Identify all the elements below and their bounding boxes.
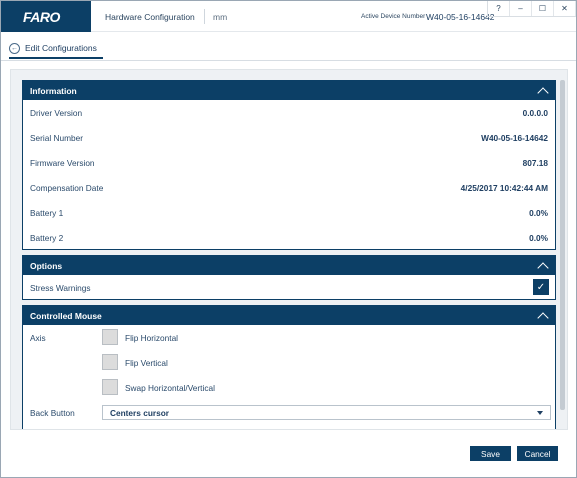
- axis-row-flip-horizontal: Axis Flip Horizontal: [23, 325, 555, 350]
- options-title: Options: [30, 260, 63, 271]
- flip-vertical-label: Flip Vertical: [125, 358, 168, 368]
- information-header[interactable]: Information: [23, 81, 555, 100]
- vertical-scrollbar[interactable]: [560, 80, 565, 410]
- controlled-mouse-header[interactable]: Controlled Mouse: [23, 306, 555, 325]
- info-row-firmware-version: Firmware Version 807.18: [23, 150, 555, 175]
- row-label: Firmware Version: [30, 157, 95, 168]
- row-value: 0.0%: [529, 232, 548, 243]
- window-controls: ? – ☐ ✕: [487, 1, 576, 17]
- axis-row-swap: Swap Horizontal/Vertical: [23, 375, 555, 400]
- options-header[interactable]: Options: [23, 256, 555, 275]
- help-button[interactable]: ?: [488, 1, 510, 16]
- row-value: 0.0.0.0: [522, 107, 548, 118]
- units-label: mm: [213, 12, 228, 22]
- row-label: Battery 2: [30, 232, 64, 243]
- checkmark-icon: ✓: [536, 281, 546, 293]
- app-title: Hardware Configuration: [105, 12, 195, 22]
- cancel-button[interactable]: Cancel: [517, 446, 558, 461]
- row-label: Driver Version: [30, 107, 83, 118]
- axis-row-flip-vertical: Flip Vertical: [23, 350, 555, 375]
- info-row-serial-number: Serial Number W40-05-16-14642: [23, 125, 555, 150]
- row-label: Serial Number: [30, 132, 84, 143]
- row-label: Battery 1: [30, 207, 64, 218]
- stress-warnings-checkbox[interactable]: ✓: [533, 279, 549, 295]
- swap-axes-checkbox[interactable]: [102, 379, 118, 395]
- maximize-button[interactable]: ☐: [532, 1, 554, 16]
- collapse-icon[interactable]: [537, 262, 549, 274]
- information-panel: Information Driver Version 0.0.0.0 Seria…: [22, 80, 556, 250]
- active-device-label: Active Device Number: [361, 13, 426, 20]
- swap-axes-label: Swap Horizontal/Vertical: [125, 383, 215, 393]
- save-button[interactable]: Save: [470, 446, 511, 461]
- flip-horizontal-label: Flip Horizontal: [125, 333, 179, 343]
- flip-vertical-checkbox[interactable]: [102, 354, 118, 370]
- content-area: Information Driver Version 0.0.0.0 Seria…: [10, 69, 568, 430]
- title-bar: FARO Hardware Configuration mm Active De…: [1, 1, 576, 32]
- info-row-compensation-date: Compensation Date 4/25/2017 10:42:44 AM: [23, 175, 555, 200]
- info-row-driver-version: Driver Version 0.0.0.0: [23, 100, 555, 125]
- collapse-icon[interactable]: [537, 87, 549, 99]
- back-button-value: Centers cursor: [110, 407, 170, 418]
- back-button-row: Back Button Centers cursor: [23, 400, 555, 425]
- row-value: 4/25/2017 10:42:44 AM: [460, 182, 548, 193]
- row-label: Compensation Date: [30, 182, 104, 193]
- footer: Save Cancel: [1, 439, 576, 477]
- tab-edit-configurations[interactable]: ← Edit Configurations: [9, 39, 103, 59]
- row-value: 0.0%: [529, 207, 548, 218]
- stress-warnings-label: Stress Warnings: [30, 282, 91, 293]
- minimize-button[interactable]: –: [510, 1, 532, 16]
- close-button[interactable]: ✕: [554, 1, 576, 16]
- options-panel: Options Stress Warnings ✓: [22, 255, 556, 300]
- information-title: Information: [30, 85, 77, 96]
- app-window: FARO Hardware Configuration mm Active De…: [0, 0, 577, 478]
- controlled-mouse-title: Controlled Mouse: [30, 310, 102, 321]
- row-value: 807.18: [522, 157, 548, 168]
- tab-bar: ← Edit Configurations: [1, 33, 576, 61]
- logo-text: FARO: [23, 9, 60, 25]
- axis-label: Axis: [30, 333, 46, 343]
- title-separator: [204, 9, 205, 24]
- back-arrow-icon[interactable]: ←: [9, 42, 20, 54]
- chevron-down-icon: [537, 411, 543, 415]
- active-device-number: W40-05-16-14642: [426, 12, 495, 22]
- row-value: W40-05-16-14642: [481, 132, 548, 143]
- collapse-icon[interactable]: [537, 312, 549, 324]
- info-row-battery-1: Battery 1 0.0%: [23, 200, 555, 225]
- faro-logo: FARO: [1, 1, 91, 32]
- back-button-label: Back Button: [30, 408, 75, 418]
- flip-horizontal-checkbox[interactable]: [102, 329, 118, 345]
- stress-warnings-row: Stress Warnings ✓: [23, 275, 555, 300]
- controlled-mouse-panel: Controlled Mouse Axis Flip Horizontal Fl…: [22, 305, 556, 429]
- back-button-dropdown[interactable]: Centers cursor: [102, 405, 551, 420]
- tab-label: Edit Configurations: [25, 43, 97, 53]
- info-row-battery-2: Battery 2 0.0%: [23, 225, 555, 250]
